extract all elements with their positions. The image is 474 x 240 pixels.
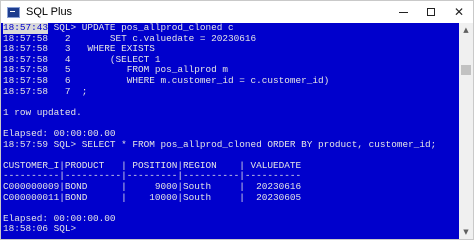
sqlplus-app-icon	[7, 6, 20, 18]
vertical-scrollbar[interactable]: ▲ ▼	[459, 23, 473, 239]
close-button[interactable]: ✕	[445, 1, 473, 23]
console-line-rest: SQL> UPDATE pos_allprod_cloned c	[48, 23, 234, 33]
console-line: C000000011|BOND | 10000|South | 20230605	[3, 191, 302, 203]
console-output[interactable]: 18:57:43 SQL> UPDATE pos_allprod_cloned …	[1, 23, 459, 239]
maximize-icon	[427, 8, 435, 16]
console-line: 1 row updated.	[3, 106, 82, 118]
console-line: 18:58:06 SQL>	[3, 223, 77, 235]
minimize-icon	[398, 11, 408, 13]
console-line: 18:57:58 7 ;	[3, 85, 88, 97]
title-bar[interactable]: SQL Plus ✕	[1, 1, 473, 23]
scroll-down-icon[interactable]: ▼	[459, 225, 473, 239]
console-line: 18:57:59 SQL> SELECT * FROM pos_allprod_…	[3, 138, 437, 150]
console-line: 18:57:43 SQL> UPDATE pos_allprod_cloned …	[1, 23, 459, 34]
minimize-button[interactable]	[389, 1, 417, 23]
close-icon: ✕	[453, 5, 465, 19]
console-line: Elapsed: 00:00:00.00	[3, 127, 116, 139]
console-line-selection: 18:57:43	[3, 23, 49, 34]
scroll-thumb[interactable]	[461, 65, 471, 75]
scroll-up-icon[interactable]: ▲	[459, 23, 473, 37]
console-line: 18:57:58 6 WHERE m.customer_id = c.custo…	[3, 74, 330, 86]
window-title: SQL Plus	[26, 6, 73, 18]
sqlplus-window: SQL Plus ✕ 18:57:43 SQL> UPDATE pos_allp…	[0, 0, 474, 240]
maximize-button[interactable]	[417, 1, 445, 23]
console-line: C000000009|BOND | 9000|South | 20230616	[3, 180, 302, 192]
